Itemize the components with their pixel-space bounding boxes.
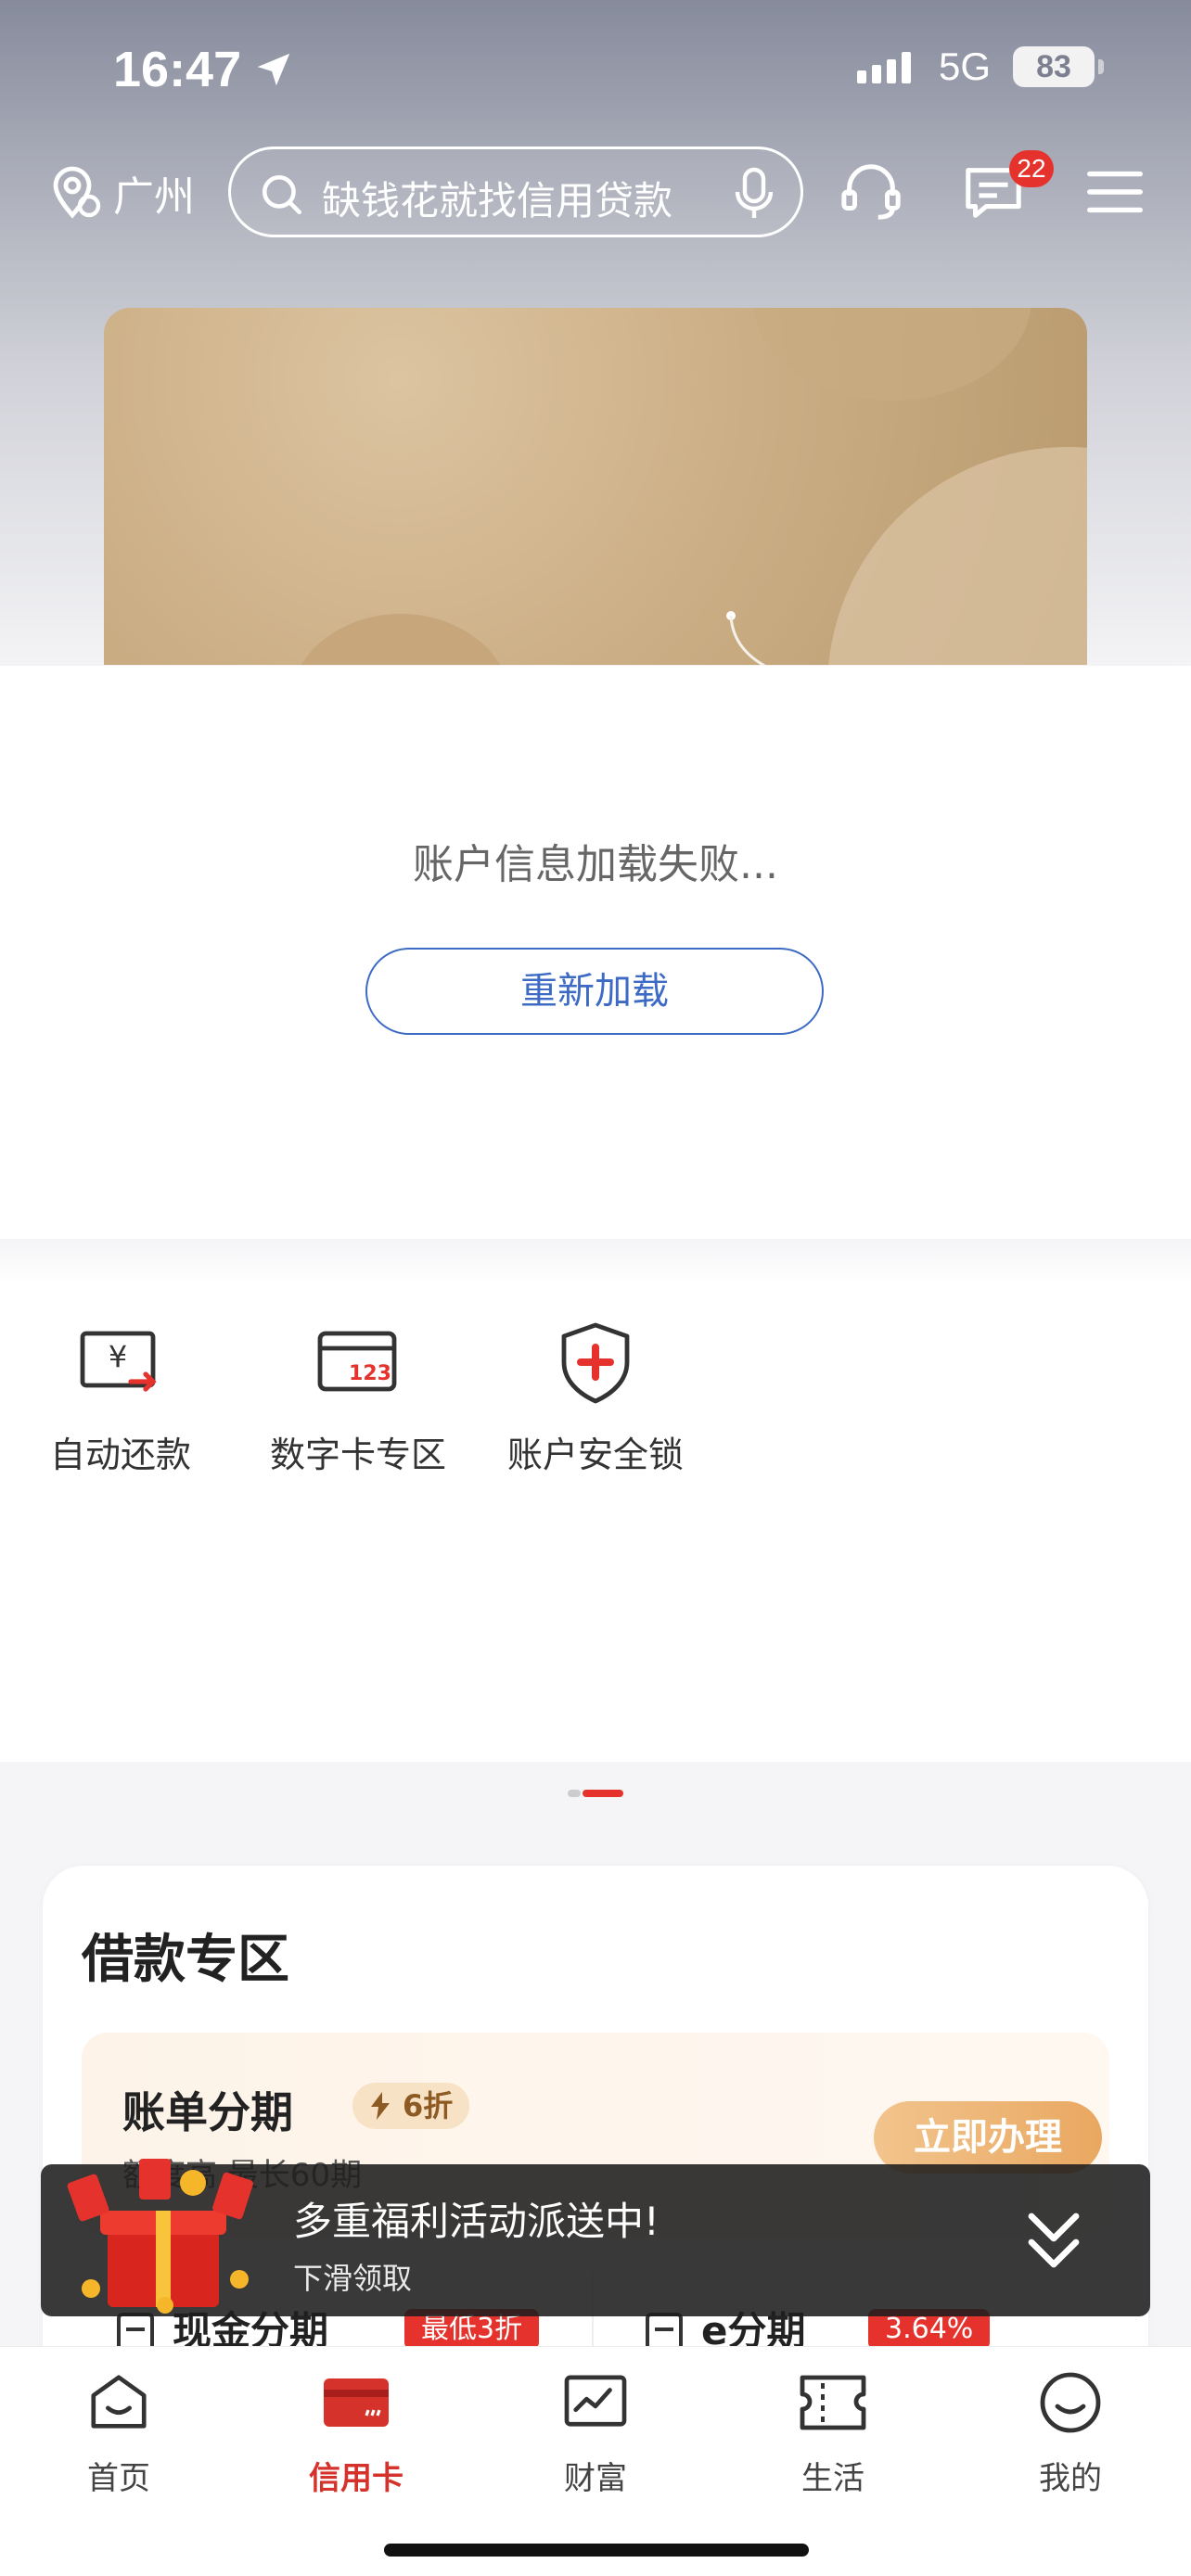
network-type: 5G — [939, 45, 992, 88]
wealth-chart-icon — [564, 2375, 627, 2427]
location-arrow-icon — [257, 53, 290, 86]
battery-indicator: 83 — [1013, 46, 1095, 87]
gift-box-icon — [67, 2159, 253, 2314]
card-decoration — [289, 614, 512, 665]
tab-home[interactable]: 首页 — [26, 2366, 211, 2498]
home-icon — [91, 2375, 147, 2429]
home-indicator — [384, 2544, 809, 2557]
top-header: 广州 缺钱花就找信用贷款 22 — [0, 147, 1191, 239]
promo-subtitle: 下滑领取 — [293, 2261, 413, 2296]
lightning-icon — [371, 2092, 390, 2120]
profile-smile-icon — [1040, 2372, 1101, 2433]
card-decoration — [827, 447, 1087, 665]
tab-label: 信用卡 — [309, 2460, 403, 2497]
apply-now-button[interactable]: 立即办理 — [874, 2101, 1102, 2174]
tab-mine[interactable]: 我的 — [978, 2366, 1163, 2498]
svg-text:123: 123 — [349, 1362, 391, 1385]
quick-action-label: 数字卡专区 — [269, 1435, 446, 1475]
bill-installment-title: 账单分期 — [122, 2087, 293, 2137]
quick-action-label: 账户安全锁 — [506, 1435, 684, 1475]
bottom-tab-bar: 首页 信用卡 财富 生活 我的 — [0, 2346, 1191, 2576]
card-curve-decoration — [726, 611, 766, 665]
quick-actions: ¥ 自动还款 123 数字卡专区 账户安全锁 — [0, 1243, 1191, 1797]
ticket-icon — [800, 2375, 866, 2430]
search-bar[interactable]: 缺钱花就找信用贷款 — [228, 147, 803, 237]
tab-life[interactable]: 生活 — [740, 2366, 926, 2498]
city-selector[interactable]: 广州 — [50, 163, 195, 223]
battery-cap — [1098, 59, 1104, 74]
promo-banner[interactable]: 多重福利活动派送中! 下滑领取 — [41, 2159, 1150, 2316]
page-dot-active — [583, 1790, 623, 1797]
credit-card-icon — [324, 2378, 389, 2427]
page-dot — [568, 1790, 581, 1797]
tab-wealth[interactable]: 财富 — [503, 2366, 688, 2498]
account-error-message: 账户信息加载失败... — [413, 841, 778, 888]
credit-card-image[interactable] — [104, 308, 1087, 665]
svg-text:¥: ¥ — [109, 1339, 127, 1374]
discount-text: 6折 — [403, 2088, 454, 2123]
quick-action-auto-repay[interactable]: ¥ 自动还款 — [0, 1319, 241, 1477]
tab-label: 财富 — [564, 2460, 627, 2497]
tab-label: 首页 — [87, 2460, 150, 2497]
quick-action-security-lock[interactable]: 账户安全锁 — [475, 1319, 716, 1477]
quick-action-label: 自动还款 — [49, 1435, 191, 1475]
menu-icon[interactable] — [1085, 159, 1145, 224]
location-pin-icon — [53, 166, 101, 219]
loan-section-title: 借款专区 — [82, 1930, 289, 1990]
account-panel: 账户信息加载失败... 重新加载 — [0, 666, 1191, 1239]
promo-title: 多重福利活动派送中! — [293, 2199, 660, 2244]
signal-icon — [857, 52, 911, 83]
microphone-icon[interactable] — [734, 166, 775, 222]
status-time: 16:47 — [113, 42, 242, 97]
card-decoration — [753, 308, 1031, 401]
tab-credit-card[interactable]: 信用卡 — [263, 2366, 449, 2498]
tab-label: 生活 — [801, 2460, 864, 2497]
search-placeholder: 缺钱花就找信用贷款 — [322, 178, 673, 223]
double-chevron-down-icon[interactable] — [1024, 2205, 1083, 2276]
message-badge: 22 — [1009, 150, 1054, 187]
auto-repay-icon: ¥ — [80, 1331, 157, 1392]
city-label: 广州 — [113, 173, 195, 221]
customer-service-icon[interactable] — [839, 159, 903, 224]
digital-card-icon: 123 — [317, 1331, 397, 1392]
reload-button[interactable]: 重新加载 — [365, 948, 824, 1035]
quick-action-digital-card[interactable]: 123 数字卡专区 — [237, 1319, 479, 1477]
status-bar: 16:47 5G 83 — [0, 37, 1191, 102]
tab-label: 我的 — [1039, 2460, 1102, 2497]
page-indicator — [568, 1790, 623, 1797]
discount-badge: 6折 — [352, 2083, 470, 2129]
search-icon — [262, 174, 302, 215]
security-lock-icon — [561, 1322, 630, 1404]
